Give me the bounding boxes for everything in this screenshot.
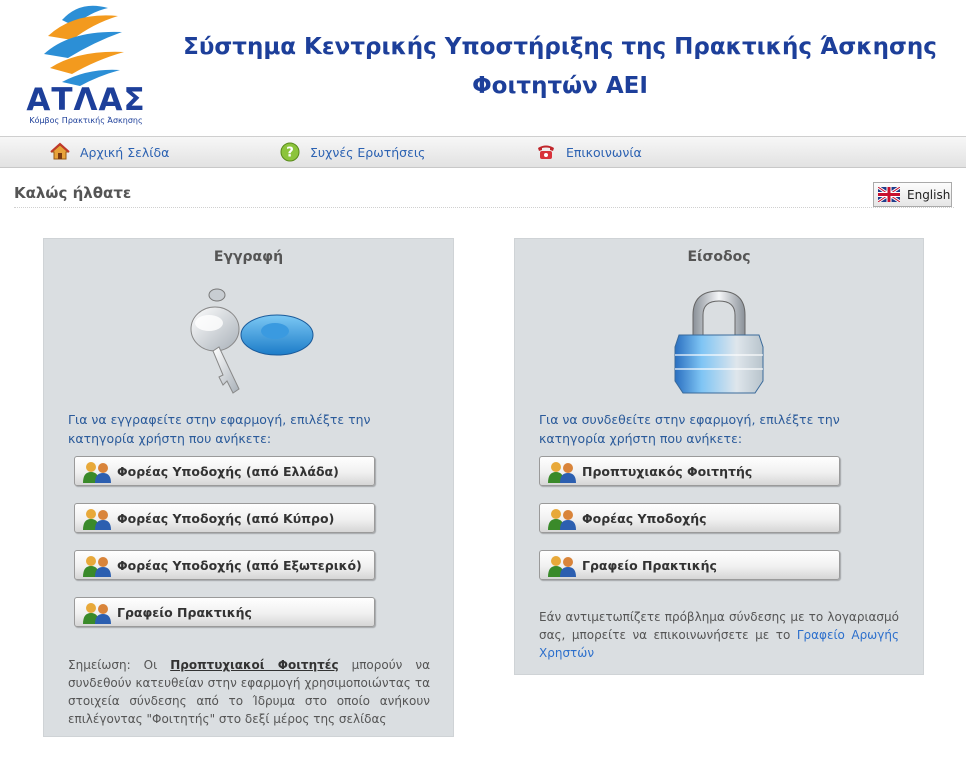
nav-home-label: Αρχική Σελίδα — [80, 144, 170, 160]
nav-home[interactable]: Αρχική Σελίδα — [50, 137, 169, 167]
page-title: Σύστημα Κεντρικής Υποστήριξης της Πρακτι… — [160, 28, 960, 106]
atlas-logo[interactable]: ΑΤΛΑΣ Κόμβος Πρακτικής Άσκησης — [22, 2, 150, 128]
login-internship-office-button[interactable]: Γραφείο Πρακτικής — [539, 550, 840, 580]
page-title-line2: Φοιτητών ΑΕΙ — [472, 73, 648, 99]
register-title: Εγγραφή — [213, 249, 284, 265]
uk-flag-icon — [877, 185, 901, 204]
users-icon — [548, 556, 576, 577]
register-button-label: Γραφείο Πρακτικής — [117, 604, 252, 620]
language-button-label: English — [907, 187, 951, 202]
login-help: Εάν αντιμετωπίζετε πρόβλημα σύνδεσης με … — [539, 608, 899, 662]
login-title: Είσοδος — [687, 249, 751, 265]
undergrad-students-link[interactable]: Προπτυχιακοί Φοιτητές — [170, 658, 338, 672]
users-icon — [83, 509, 111, 530]
register-host-cyprus-button[interactable]: Φορέας Υποδοχής (από Κύπρο) — [74, 503, 375, 533]
nav-faq-label: Συχνές Ερωτήσεις — [310, 144, 426, 160]
register-host-abroad-button[interactable]: Φορέας Υποδοχής (από Εξωτερικό) — [74, 550, 375, 580]
login-undergrad-student-button[interactable]: Προπτυχιακός Φοιτητής — [539, 456, 840, 486]
divider — [14, 207, 954, 208]
page-title-line1: Σύστημα Κεντρικής Υποστήριξης της Πρακτι… — [183, 34, 937, 60]
register-button-label: Φορέας Υποδοχής (από Κύπρο) — [117, 510, 335, 526]
nav-contact[interactable]: Επικοινωνία — [536, 137, 642, 167]
login-instruction: Για να συνδεθείτε στην εφαρμογή, επιλέξτ… — [539, 412, 840, 446]
telephone-icon — [536, 142, 556, 162]
note-prefix: Σημείωση: Οι — [68, 658, 158, 672]
login-button-label: Προπτυχιακός Φοιτητής — [582, 463, 753, 479]
register-host-greece-button[interactable]: Φορέας Υποδοχής (από Ελλάδα) — [74, 456, 375, 486]
users-icon — [83, 462, 111, 483]
key-icon — [187, 285, 317, 397]
login-button-label: Γραφείο Πρακτικής — [582, 557, 717, 573]
house-icon — [50, 142, 70, 162]
header: ΑΤΛΑΣ Κόμβος Πρακτικής Άσκησης Σύστημα Κ… — [0, 0, 966, 136]
atlas-logo-swirl-icon — [44, 5, 124, 86]
top-nav: Αρχική Σελίδα ? Συχνές Ερωτήσεις Επικοιν… — [0, 136, 966, 168]
users-icon — [83, 556, 111, 577]
login-button-label: Φορέας Υποδοχής — [582, 510, 707, 526]
nav-contact-label: Επικοινωνία — [566, 144, 642, 160]
login-panel: Είσοδος Για να συνδεθείτε στην εφαρμογή,… — [514, 238, 924, 675]
register-internship-office-button[interactable]: Γραφείο Πρακτικής — [74, 597, 375, 627]
padlock-icon — [671, 285, 767, 397]
login-host-organization-button[interactable]: Φορέας Υποδοχής — [539, 503, 840, 533]
users-icon — [548, 462, 576, 483]
users-icon — [548, 509, 576, 530]
register-panel: Εγγραφή Για να εγγραφείτε στην εφαρμογή,… — [43, 238, 454, 737]
svg-text:?: ? — [286, 146, 294, 161]
register-note: Σημείωση: Οι Προπτυχιακοί Φοιτητές μπορο… — [68, 656, 430, 728]
register-button-label: Φορέας Υποδοχής (από Ελλάδα) — [117, 463, 339, 479]
nav-faq[interactable]: ? Συχνές Ερωτήσεις — [280, 137, 425, 167]
register-button-label: Φορέας Υποδοχής (από Εξωτερικό) — [117, 557, 362, 573]
welcome-heading: Καλώς ήλθατε — [14, 184, 132, 202]
language-button[interactable]: English — [873, 182, 952, 207]
users-icon — [83, 603, 111, 624]
logo-subtitle: Κόμβος Πρακτικής Άσκησης — [29, 116, 143, 125]
register-instruction: Για να εγγραφείτε στην εφαρμογή, επιλέξτ… — [68, 412, 371, 446]
question-icon: ? — [280, 142, 300, 162]
logo-text: ΑΤΛΑΣ — [26, 82, 146, 118]
